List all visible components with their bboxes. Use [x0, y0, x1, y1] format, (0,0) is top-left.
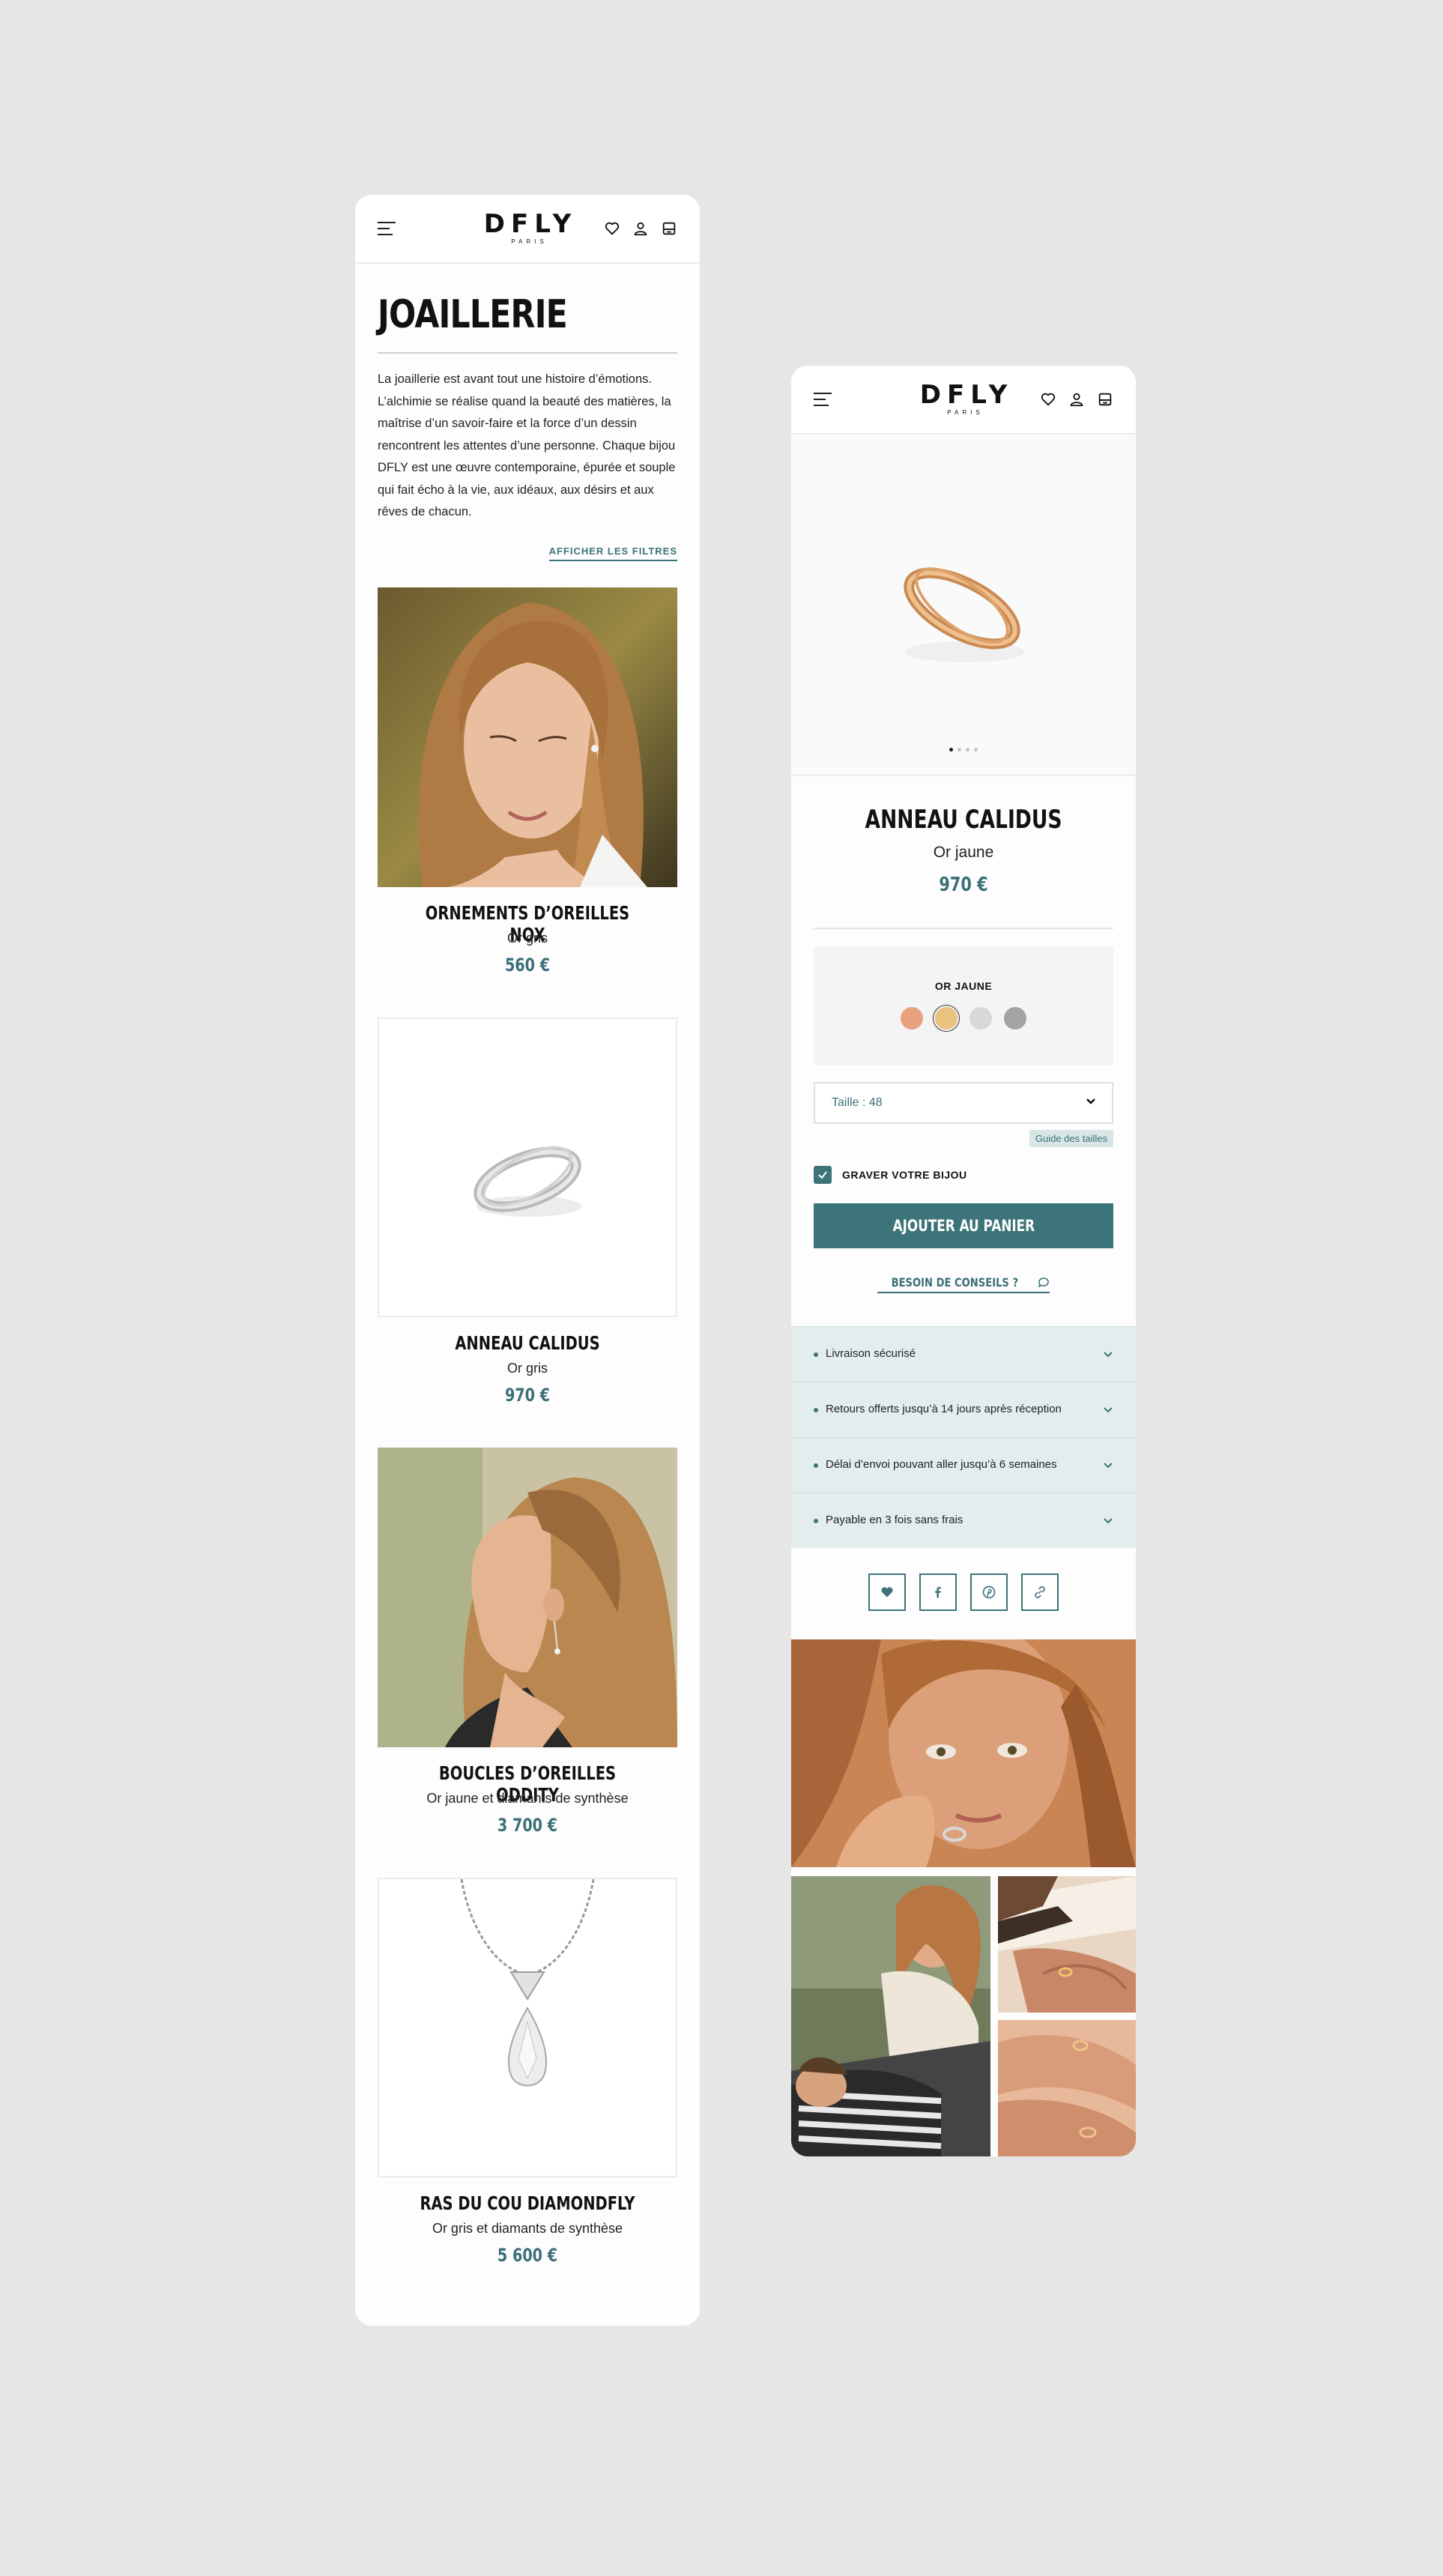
add-to-cart-label: AJOUTER AU PANIER: [892, 1217, 1035, 1235]
accordion-item[interactable]: Délai d’envoi pouvant aller jusqu’à 6 se…: [791, 1437, 1136, 1493]
listing-screen: DFLY PARIS JOAILLERIE La joaillerie est …: [355, 195, 700, 2326]
engrave-option[interactable]: GRAVER VOTRE BIJOU: [814, 1166, 967, 1184]
product-photo-necklace: [378, 1878, 677, 2177]
product-price: 970 €: [504, 1385, 551, 1406]
advice-link[interactable]: BESOIN DE CONSEILS ?: [877, 1275, 1050, 1293]
chat-icon: [1038, 1277, 1050, 1288]
chevron-down-icon: [1104, 1352, 1113, 1358]
chevron-down-icon: [1104, 1463, 1113, 1469]
accordion-item-label: Payable en 3 fois sans frais: [826, 1514, 963, 1526]
engrave-checkbox[interactable]: [814, 1166, 832, 1184]
share-wishlist-button[interactable]: [868, 1573, 906, 1611]
product-name[interactable]: RAS DU COU DIAMONDFLY: [411, 2192, 644, 2214]
header: DFLY PARIS: [355, 195, 700, 264]
lifestyle-photo: [998, 2020, 1136, 2156]
header: DFLY PARIS: [791, 366, 1136, 435]
product-variant: Or gris: [507, 1361, 548, 1376]
size-select[interactable]: Taille : 48: [814, 1082, 1113, 1124]
facebook-icon: [935, 1587, 941, 1598]
product-variant: Or gris: [507, 931, 548, 946]
lifestyle-photo: [998, 1876, 1136, 2013]
accordion-item-label: Livraison sécurisé: [826, 1347, 916, 1360]
product-price: 970 €: [939, 874, 988, 896]
product-variant: Or jaune: [933, 844, 994, 861]
accordion-item-label: Retours offerts jusqu’à 14 jours après r…: [826, 1403, 1062, 1415]
user-icon[interactable]: [1068, 391, 1085, 408]
share-bar: [791, 1573, 1136, 1611]
bag-icon[interactable]: [661, 220, 677, 237]
product-price: 5 600 €: [497, 2245, 558, 2266]
engrave-label: GRAVER VOTRE BIJOU: [842, 1169, 967, 1181]
product-screen: DFLY PARIS ANNEAU CALIDUS Or jaune 970 €…: [791, 366, 1136, 2156]
size-select-value: Taille : 48: [832, 1096, 883, 1109]
size-guide-link[interactable]: Guide des tailles: [1029, 1130, 1113, 1147]
accordion-item[interactable]: Retours offerts jusqu’à 14 jours après r…: [791, 1382, 1136, 1437]
accordion-item-label: Délai d’envoi pouvant aller jusqu’à 6 se…: [826, 1458, 1057, 1471]
bullet-icon: [814, 1408, 818, 1412]
bullet-icon: [814, 1463, 818, 1468]
accordion-item[interactable]: Livraison sécurisé: [791, 1326, 1136, 1382]
product-photo-ring: [378, 1018, 677, 1317]
check-icon: [818, 1171, 827, 1179]
color-swatch[interactable]: [1004, 1007, 1026, 1030]
color-swatch[interactable]: [935, 1007, 958, 1030]
heart-icon[interactable]: [604, 220, 620, 237]
bullet-icon: [814, 1352, 818, 1357]
product-variant: Or gris et diamants de synthèse: [432, 2221, 623, 2236]
logo-tagline: PARIS: [947, 409, 984, 416]
divider: [814, 928, 1113, 929]
bag-icon[interactable]: [1097, 391, 1113, 408]
intro-text: La joaillerie est avant tout une histoir…: [378, 372, 676, 518]
add-to-cart-button[interactable]: AJOUTER AU PANIER: [814, 1203, 1113, 1248]
advice-link-label: BESOIN DE CONSEILS ?: [891, 1275, 1018, 1289]
heart-icon: [881, 1587, 893, 1597]
gallery-dots[interactable]: [791, 748, 1136, 752]
product-name: ANNEAU CALIDUS: [865, 805, 1062, 835]
color-swatch[interactable]: [969, 1007, 992, 1030]
chevron-down-icon: [1104, 1407, 1113, 1413]
color-selector: OR JAUNE: [814, 947, 1113, 1065]
page-title: JOAILLERIE: [378, 292, 568, 337]
lifestyle-photo: [791, 1876, 990, 2156]
product-photo-model: [378, 587, 677, 887]
color-label: OR JAUNE: [934, 980, 993, 992]
color-swatch[interactable]: [901, 1007, 923, 1030]
product-photo-model: [378, 1448, 677, 1747]
product-price: 3 700 €: [497, 1815, 558, 1836]
heart-icon[interactable]: [1040, 391, 1056, 408]
product-name[interactable]: ANNEAU CALIDUS: [411, 1332, 644, 1354]
logo-tagline: PARIS: [511, 238, 548, 245]
accordion-item[interactable]: Payable en 3 fois sans frais: [791, 1493, 1136, 1548]
link-icon: [1035, 1585, 1045, 1599]
info-accordion: Livraison sécurisé Retours offerts jusqu’…: [791, 1326, 1136, 1548]
chevron-down-icon: [1086, 1098, 1095, 1104]
divider: [378, 352, 677, 354]
filters-link[interactable]: AFFICHER LES FILTRES: [548, 545, 677, 561]
pinterest-icon: [982, 1585, 996, 1599]
share-link-button[interactable]: [1021, 1573, 1059, 1611]
product-photo-ring: [904, 567, 1025, 662]
user-icon[interactable]: [632, 220, 649, 237]
share-facebook-button[interactable]: [919, 1573, 957, 1611]
share-pinterest-button[interactable]: [970, 1573, 1008, 1611]
product-gallery[interactable]: [791, 435, 1136, 776]
bullet-icon: [814, 1519, 818, 1523]
chevron-down-icon: [1104, 1518, 1113, 1524]
product-price: 560 €: [504, 955, 551, 976]
lifestyle-photo: [791, 1639, 1136, 1867]
product-variant: Or jaune et diamants de synthèse: [426, 1791, 629, 1806]
